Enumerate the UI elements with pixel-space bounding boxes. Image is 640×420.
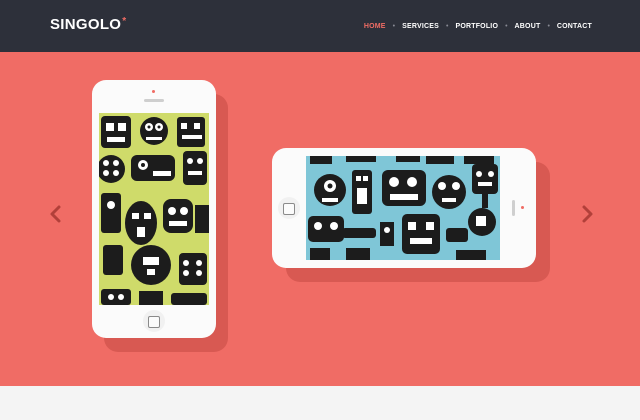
nav-portfolio[interactable]: PORTFOLIO	[455, 23, 498, 30]
nav-separator: •	[392, 23, 396, 30]
nav-services[interactable]: SERVICES	[402, 23, 439, 30]
nav-home[interactable]: HOME	[364, 23, 386, 30]
hero-slider	[0, 52, 640, 386]
logo[interactable]: SINGOLO*	[50, 16, 126, 33]
chevron-right-icon	[582, 205, 593, 223]
nav-separator: •	[505, 23, 508, 30]
phone-camera	[152, 90, 155, 93]
chevron-left-icon	[50, 205, 61, 223]
home-button[interactable]	[148, 316, 160, 328]
logo-star-mark: *	[122, 16, 127, 27]
nav-about[interactable]: ABOUT	[515, 23, 541, 30]
home-button[interactable]	[283, 203, 295, 215]
site-header: SINGOLO* HOME • SERVICES • PORTFOLIO • A…	[0, 0, 640, 52]
nav-separator: •	[446, 23, 449, 30]
vertical-phone-screen	[99, 113, 209, 305]
phone-speaker	[144, 99, 164, 102]
next-section	[0, 386, 640, 420]
horizontal-phone[interactable]	[272, 148, 536, 268]
vertical-phone[interactable]	[92, 80, 216, 338]
robot-pattern-wallpaper	[306, 156, 500, 260]
nav-contact[interactable]: CONTACT	[557, 23, 592, 30]
slider-prev-button[interactable]	[48, 202, 64, 226]
logo-text: SINGOLO	[50, 16, 122, 33]
main-nav: HOME • SERVICES • PORTFOLIO • ABOUT • CO…	[364, 23, 592, 30]
nav-separator: •	[547, 23, 550, 30]
phone-camera	[521, 206, 524, 209]
phone-speaker	[512, 200, 515, 216]
horizontal-phone-screen	[306, 156, 500, 260]
robot-pattern-wallpaper	[99, 113, 209, 305]
slider-next-button[interactable]	[579, 202, 595, 226]
